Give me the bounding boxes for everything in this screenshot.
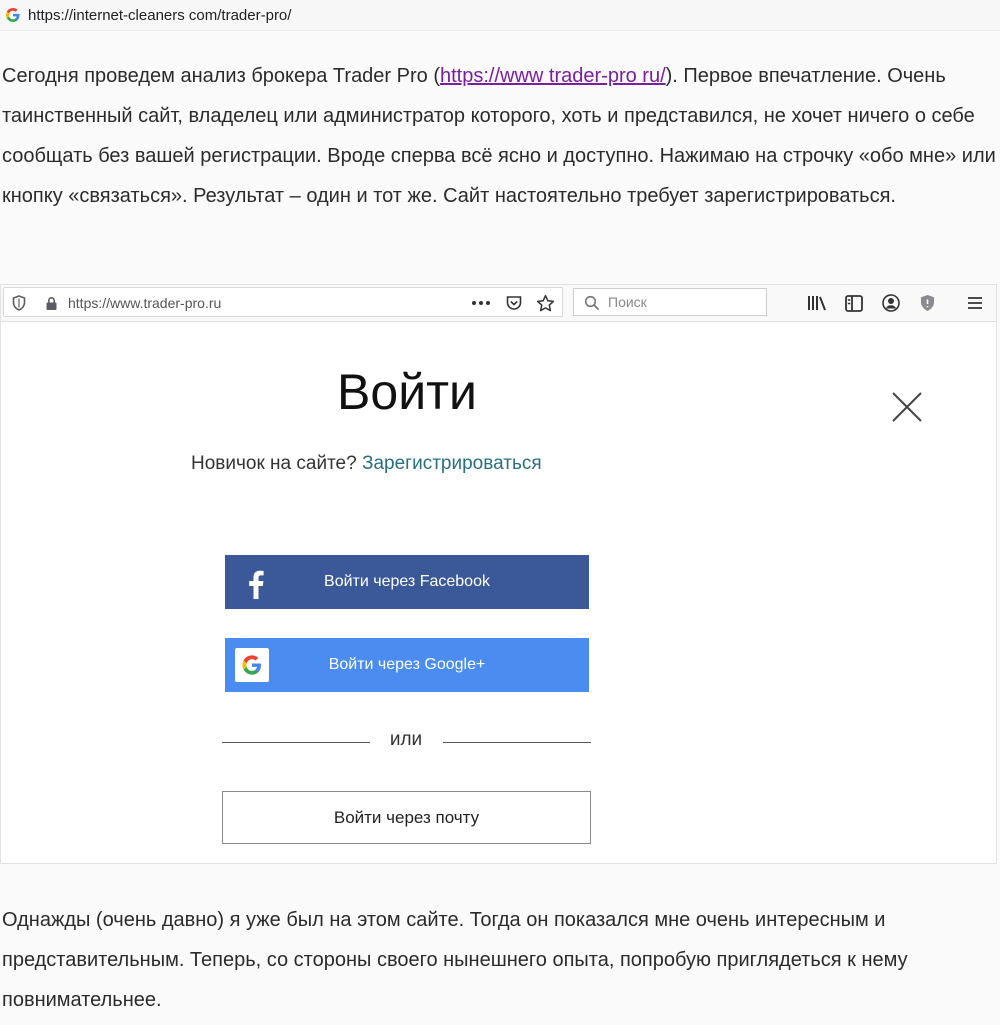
library-icon[interactable] [807, 294, 827, 312]
pocket-icon[interactable] [504, 293, 524, 313]
close-icon[interactable] [889, 389, 925, 425]
divider-text: или [389, 729, 423, 750]
register-link[interactable]: Зарегистрироваться [362, 453, 542, 474]
facebook-login-button[interactable]: Войти через Facebook [225, 555, 589, 609]
sidebar-icon[interactable] [844, 293, 864, 313]
search-icon [583, 294, 601, 312]
google-button-label: Войти через Google+ [328, 656, 486, 673]
shield-icon [10, 294, 28, 312]
privacy-icon[interactable] [917, 293, 937, 313]
search-placeholder: Поиск [608, 294, 647, 310]
email-login-button[interactable]: Войти через почту [222, 791, 591, 844]
google-login-button[interactable]: Войти через Google+ [225, 638, 589, 692]
google-icon [4, 6, 22, 24]
trader-pro-link[interactable]: https://www trader-pro ru/ [440, 65, 666, 87]
divider-line-right [443, 742, 591, 743]
address-bar: https://internet-cleaners com/trader-pro… [0, 0, 1000, 31]
register-prompt: Новичок на сайте? Зарегистрироваться [191, 453, 542, 475]
browser-url: https://www.trader-pro.ru [68, 295, 222, 311]
facebook-icon [235, 565, 269, 599]
browser-search-input[interactable]: Поиск [573, 288, 767, 316]
google-icon [235, 648, 269, 682]
more-icon[interactable] [470, 294, 492, 312]
menu-icon[interactable] [965, 293, 985, 313]
login-title: Войти [337, 364, 477, 420]
article-paragraph-2: Однажды (очень давно) я уже был на этом … [2, 909, 908, 1011]
article-paragraph-1: Сегодня проведем анализ брокера Trader P… [2, 56, 998, 216]
browser-toolbar: https://www.trader-pro.ru Поиск [1, 285, 996, 322]
browser-url-box[interactable]: https://www.trader-pro.ru [3, 287, 563, 317]
divider-line-left [222, 742, 370, 743]
facebook-button-label: Войти через Facebook [324, 573, 490, 590]
newbie-text: Новичок на сайте? [191, 453, 357, 474]
lock-icon [42, 294, 60, 312]
account-icon[interactable] [881, 293, 901, 313]
login-page-screenshot: https://www.trader-pro.ru Поиск Войти Но… [0, 284, 997, 864]
star-icon[interactable] [534, 292, 556, 314]
page-url[interactable]: https://internet-cleaners com/trader-pro… [28, 7, 291, 24]
paragraph-text: Сегодня проведем анализ брокера Trader P… [2, 65, 440, 87]
